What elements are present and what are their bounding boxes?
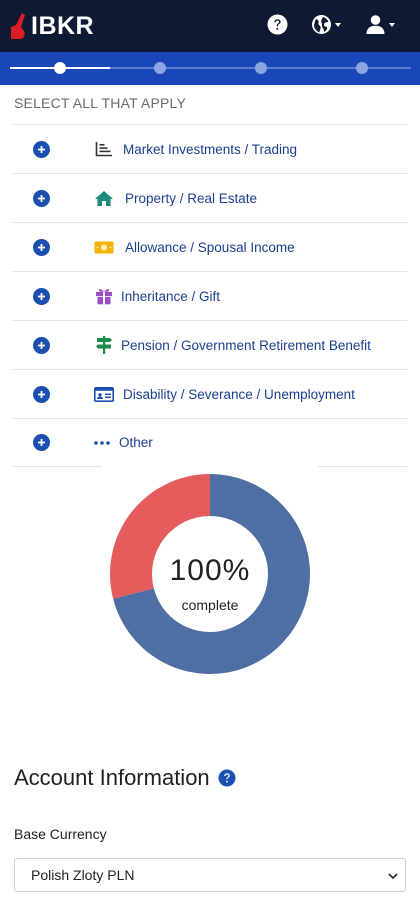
source-item-label: Property / Real Estate [125, 190, 258, 206]
stepper-step-4 [356, 62, 368, 74]
source-item-label: Allowance / Spousal Income [125, 239, 295, 255]
ibkr-logo-mark-icon [11, 13, 25, 39]
add-circle-icon[interactable] [33, 238, 50, 256]
banknote-icon [93, 237, 115, 257]
account-information-heading: Account Information [14, 765, 236, 791]
brand-name: IBKR [31, 12, 95, 40]
source-item-allowance[interactable]: Allowance / Spousal Income [13, 222, 407, 271]
base-currency-label: Base Currency [14, 826, 107, 842]
add-circle-icon[interactable] [33, 189, 50, 207]
question-circle-icon [267, 14, 288, 34]
id-card-icon [93, 384, 115, 404]
user-icon [366, 14, 385, 34]
source-item-label: Inheritance / Gift [121, 288, 221, 304]
signpost-icon [93, 335, 115, 355]
completion-donut-chart: 100% complete [102, 466, 318, 682]
source-item-label: Market Investments / Trading [123, 141, 298, 157]
user-menu-button[interactable] [365, 12, 395, 36]
house-icon [93, 188, 115, 208]
add-circle-icon[interactable] [33, 336, 50, 354]
chart-icon [93, 139, 115, 159]
source-item-inheritance[interactable]: Inheritance / Gift [13, 271, 407, 320]
progress-stepper [0, 52, 420, 85]
add-circle-icon[interactable] [33, 140, 50, 158]
section-title: Account Information [14, 765, 210, 790]
base-currency-select[interactable]: Polish Zloty PLN [14, 858, 406, 892]
wealth-source-list: Market Investments / Trading Property / … [13, 124, 407, 467]
chevron-down-icon [388, 873, 398, 880]
chevron-down-icon [335, 23, 341, 27]
add-circle-icon[interactable] [33, 434, 50, 451]
completion-percentage: 100% [169, 554, 251, 587]
stepper-step-3 [255, 62, 267, 74]
source-item-label: Other [119, 435, 153, 450]
base-currency-value: Polish Zloty PLN [31, 867, 135, 883]
ibkr-logo[interactable]: IBKR [8, 11, 94, 41]
source-item-label: Pension / Government Retirement Benefit [121, 337, 371, 353]
stepper-step-2 [154, 62, 166, 74]
globe-icon [312, 14, 331, 34]
source-item-other[interactable]: Other [13, 418, 407, 467]
source-item-property[interactable]: Property / Real Estate [13, 173, 407, 222]
ellipsis-icon [91, 433, 113, 453]
add-circle-icon[interactable] [33, 287, 50, 305]
select-all-instruction: SELECT ALL THAT APPLY [14, 95, 187, 111]
source-item-market-investments[interactable]: Market Investments / Trading [13, 124, 407, 173]
language-menu-button[interactable] [311, 12, 341, 36]
add-circle-icon[interactable] [33, 385, 50, 403]
top-navigation-bar: IBKR [0, 0, 420, 52]
question-circle-icon[interactable] [218, 769, 236, 787]
gift-icon [93, 286, 115, 306]
help-button[interactable] [267, 12, 288, 36]
source-item-label: Disability / Severance / Unemployment [123, 386, 355, 402]
completion-label: complete [181, 597, 239, 613]
source-item-pension[interactable]: Pension / Government Retirement Benefit [13, 320, 407, 369]
source-item-disability[interactable]: Disability / Severance / Unemployment [13, 369, 407, 418]
stepper-step-1 [54, 62, 66, 74]
chevron-down-icon [389, 23, 395, 27]
